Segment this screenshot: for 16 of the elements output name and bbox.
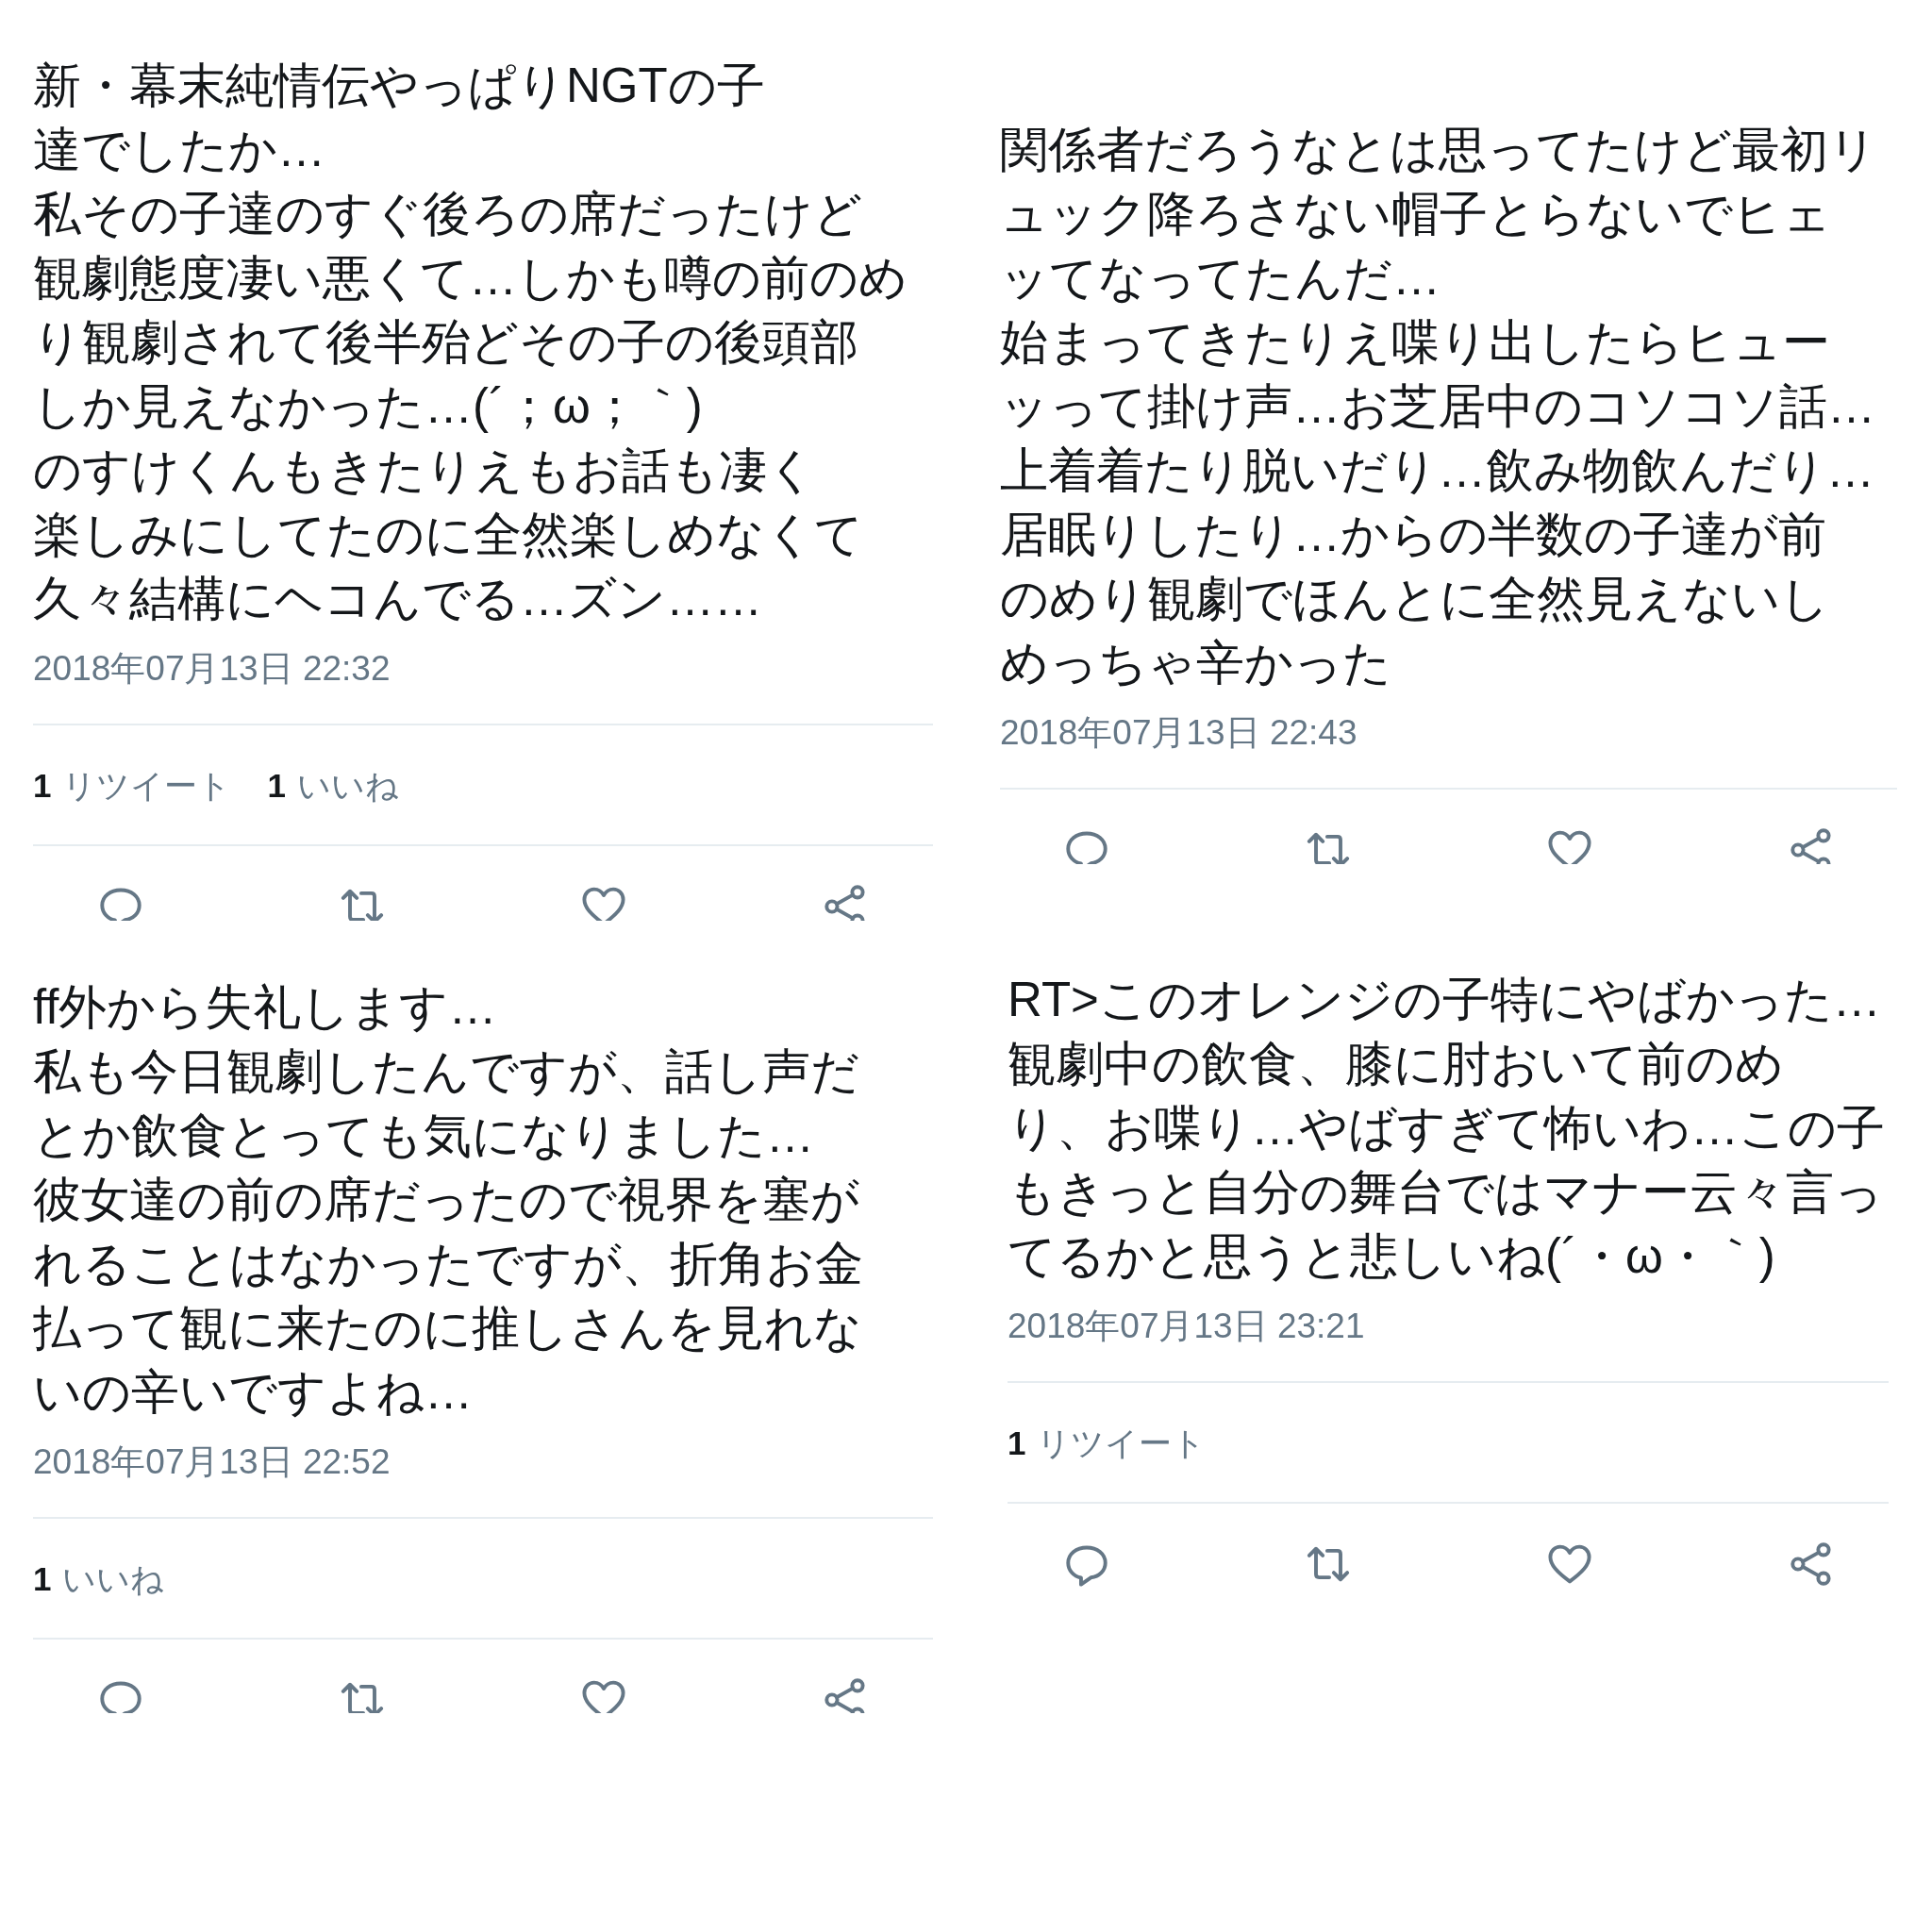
stat-label: リツイート xyxy=(62,766,232,806)
tweet-timestamp: 2018年07月13日 23:21 xyxy=(1008,1305,1365,1347)
stat-count: 1 xyxy=(33,766,52,806)
tweet-timestamp: 2018年07月13日 22:52 xyxy=(33,1441,391,1483)
stat-label: いいね xyxy=(62,1558,165,1599)
stat-count: 1 xyxy=(33,1558,52,1599)
tweet-text: RT>このオレンジの子特にやばかった… 観劇中の飲食、膝に肘おいて前のめ り、お喋り…やばすぎて怖いわ…この子 もきっと自分の舞台ではマナー云々言っ てるかと思うと悲しいね(´・ω・｀) xyxy=(1008,971,1885,1285)
tweet-text: ff外から失礼します… 私も今日観劇したんですが、話し声だ とか飲食とっても気になりました… 彼女達の前の席だったので視界を塞が れることはなかったですが、折角お金 払って観に来たのに推しさんを見れな いの辛いですよね… xyxy=(33,978,863,1421)
tweet-timestamp: 2018年07月13日 22:32 xyxy=(33,648,391,690)
tweet-text: 関係者だろうなとは思ってたけど最初リ ュック降ろさない帽子とらないでヒェ ッてなってたんだ… 始まってきたりえ喋り出したらヒュー ッって掛け声…お芝居中のコソコソ話… 上着着たり脱いだり…飲み物飲んだり… 居眠りしたり…からの半数の子達が前 のめり観劇でほんとに全然見えないし めっちゃ辛かった xyxy=(1000,122,1877,691)
stat-label: いいね xyxy=(296,766,399,806)
stat-label: リツイート xyxy=(1037,1423,1207,1463)
tweet-timestamp: 2018年07月13日 22:43 xyxy=(1000,712,1357,754)
stat-count: 1 xyxy=(267,766,286,806)
tweet-text: 新・幕末純情伝やっぱりNGTの子 達でしたか… 私その子達のすぐ後ろの席だったけど 観劇態度凄い悪くて…しかも噂の前のめ り観劇されて後半殆どその子の後頭部 しか見えなかった…(´；ω；｀) のすけくんもきたりえもお話も凄く 楽しみにしてたのに全然楽しめなくて 久々結構にヘコんでる…ズン…… xyxy=(33,58,908,627)
stat-count: 1 xyxy=(1008,1423,1026,1463)
